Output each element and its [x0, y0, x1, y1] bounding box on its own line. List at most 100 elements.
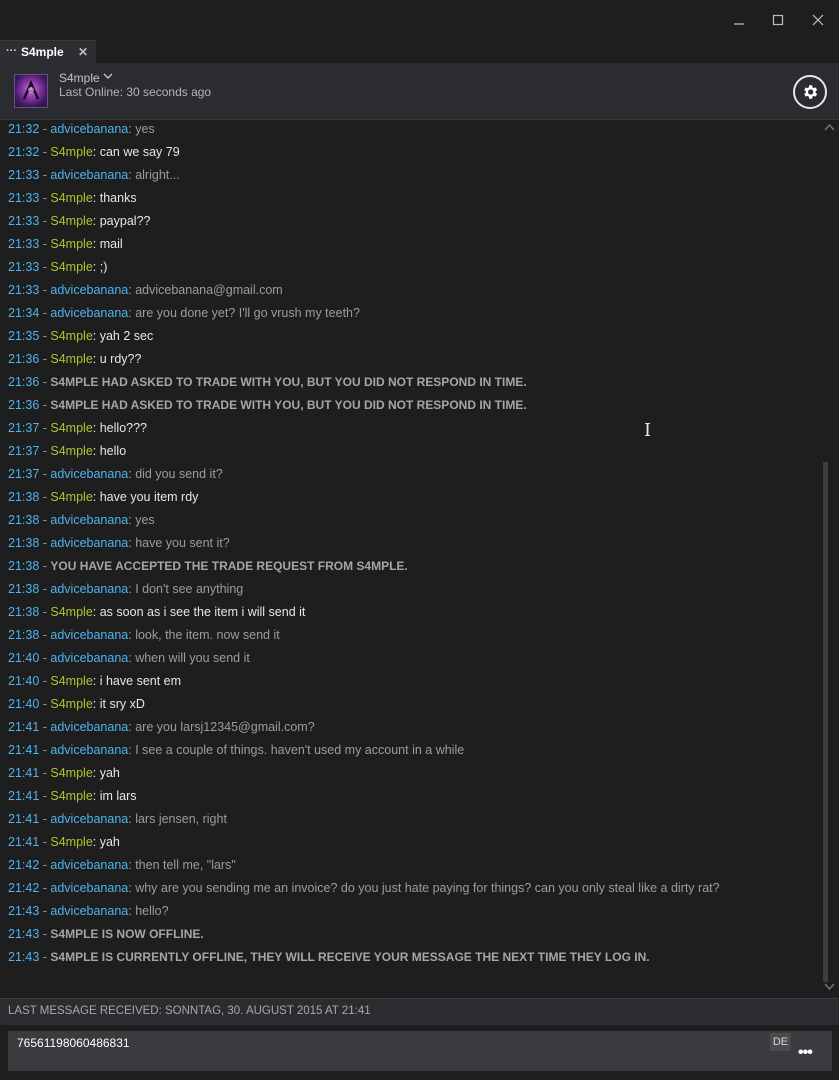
message-text: yah [99, 835, 120, 849]
message-separator: - [39, 444, 51, 458]
message-text: i have sent em [99, 674, 182, 688]
message-author[interactable]: S4mple [50, 237, 92, 251]
tab-close-icon[interactable]: ✕ [78, 45, 88, 59]
message-separator: - [39, 352, 51, 366]
message-author[interactable]: S4mple [50, 605, 92, 619]
message-timestamp: 21:41 [8, 835, 40, 849]
message-separator: - [39, 858, 51, 872]
message-separator: - [39, 490, 51, 504]
last-online-status: Last Online: 30 seconds ago [59, 85, 212, 99]
chat-message: 21:41 - advicebanana: lars jensen, right [8, 809, 227, 829]
message-author[interactable]: advicebanana [50, 743, 128, 757]
system-message: 21:43 - S4MPLE IS NOW OFFLINE. [8, 924, 204, 944]
scrollbar-thumb[interactable] [823, 462, 828, 982]
chat-message: 21:42 - advicebanana: then tell me, "lar… [8, 855, 236, 875]
message-author[interactable]: advicebanana [50, 582, 128, 596]
message-author[interactable]: S4mple [50, 191, 92, 205]
tab-menu-icon[interactable]: ··· [6, 45, 17, 57]
chevron-down-icon[interactable] [824, 982, 835, 994]
message-separator: - [39, 398, 51, 412]
minimize-button[interactable] [726, 8, 752, 32]
message-timestamp: 21:43 [8, 950, 40, 964]
chat-message: 21:43 - advicebanana: hello? [8, 901, 169, 921]
chevron-up-icon[interactable] [824, 122, 835, 134]
message-author[interactable]: S4mple [50, 697, 92, 711]
tab-s4mple[interactable]: ··· S4mple ✕ [0, 40, 96, 63]
message-author[interactable]: S4mple [50, 835, 92, 849]
message-author[interactable]: advicebanana [50, 881, 128, 895]
message-author[interactable]: S4mple [50, 674, 92, 688]
message-author[interactable]: advicebanana [50, 467, 128, 481]
message-author[interactable]: S4mple [50, 145, 92, 159]
message-author[interactable]: advicebanana [50, 812, 128, 826]
message-author[interactable]: S4mple [50, 352, 92, 366]
chat-log[interactable]: 21:32 - advicebanana: yes 21:32 - S4mple:… [0, 118, 820, 998]
message-colon: : [92, 421, 100, 435]
chat-message: 21:37 - S4mple: hello [8, 441, 126, 461]
status-bar: LAST MESSAGE RECEIVED: SONNTAG, 30. AUGU… [0, 998, 839, 1025]
message-text: have you sent it? [135, 536, 230, 550]
message-timestamp: 21:40 [8, 674, 40, 688]
message-text: yes [135, 122, 155, 136]
message-author[interactable]: advicebanana [50, 283, 128, 297]
message-colon: : [92, 674, 100, 688]
message-separator: - [39, 421, 51, 435]
message-author[interactable]: advicebanana [50, 168, 128, 182]
message-timestamp: 21:38 [8, 582, 40, 596]
message-timestamp: 21:41 [8, 720, 40, 734]
message-author[interactable]: advicebanana [50, 122, 128, 136]
message-text: did you send it? [135, 467, 223, 481]
tab-label: S4mple [21, 45, 64, 59]
system-message: 21:38 - YOU HAVE ACCEPTED THE TRADE REQU… [8, 556, 408, 576]
chat-message: 21:38 - advicebanana: look, the item. no… [8, 625, 280, 645]
chat-message: 21:38 - advicebanana: I don't see anythi… [8, 579, 243, 599]
message-input-area[interactable]: DE ••• [8, 1031, 832, 1071]
message-author[interactable]: advicebanana [50, 858, 128, 872]
settings-button[interactable] [793, 75, 827, 109]
message-text: I don't see anything [135, 582, 244, 596]
message-timestamp: 21:38 [8, 536, 40, 550]
message-author[interactable]: advicebanana [50, 536, 128, 550]
chat-message: 21:33 - S4mple: mail [8, 234, 123, 254]
message-author[interactable]: advicebanana [50, 904, 128, 918]
close-window-button[interactable] [805, 8, 831, 32]
chat-message: 21:37 - advicebanana: did you send it? [8, 464, 223, 484]
message-text: hello? [135, 904, 169, 918]
message-separator: - [39, 145, 51, 159]
message-timestamp: 21:32 [8, 145, 40, 159]
message-separator: - [39, 237, 51, 251]
message-colon: : [92, 191, 100, 205]
message-author[interactable]: S4mple [50, 766, 92, 780]
message-text: advicebanana@gmail.com [135, 283, 283, 297]
message-author[interactable]: advicebanana [50, 513, 128, 527]
message-text: S4MPLE IS NOW OFFLINE. [50, 927, 204, 941]
maximize-button[interactable] [765, 8, 791, 32]
message-text: as soon as i see the item i will send it [99, 605, 306, 619]
chat-message: 21:33 - S4mple: paypal?? [8, 211, 150, 231]
message-author[interactable]: advicebanana [50, 651, 128, 665]
message-separator: - [39, 881, 51, 895]
message-author[interactable]: advicebanana [50, 306, 128, 320]
contact-name[interactable]: S4mple [59, 71, 100, 85]
message-author[interactable]: S4mple [50, 329, 92, 343]
message-input[interactable] [17, 1036, 757, 1050]
message-author[interactable]: S4mple [50, 789, 92, 803]
avatar[interactable] [14, 74, 48, 108]
message-separator: - [39, 329, 51, 343]
message-timestamp: 21:38 [8, 605, 40, 619]
message-author[interactable]: S4mple [50, 421, 92, 435]
more-options-button[interactable]: ••• [798, 1044, 813, 1062]
message-author[interactable]: S4mple [50, 490, 92, 504]
message-author[interactable]: advicebanana [50, 720, 128, 734]
message-author[interactable]: S4mple [50, 214, 92, 228]
chat-message: 21:33 - advicebanana: advicebanana@gmail… [8, 280, 283, 300]
chevron-down-icon[interactable] [103, 71, 113, 84]
message-separator: - [39, 582, 51, 596]
chat-scrollbar[interactable] [820, 120, 839, 1000]
language-badge[interactable]: DE [770, 1033, 791, 1051]
chat-message: 21:33 - advicebanana: alright... [8, 165, 180, 185]
message-author[interactable]: S4mple [50, 260, 92, 274]
message-author[interactable]: S4mple [50, 444, 92, 458]
chat-message: 21:41 - S4mple: yah [8, 832, 120, 852]
message-author[interactable]: advicebanana [50, 628, 128, 642]
